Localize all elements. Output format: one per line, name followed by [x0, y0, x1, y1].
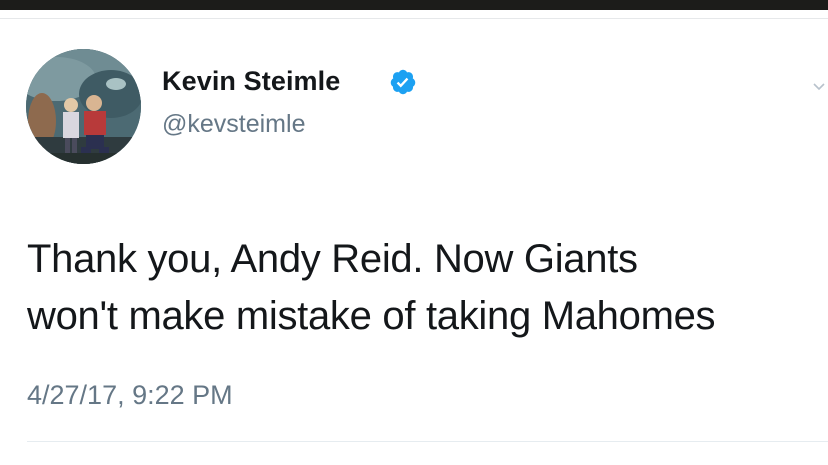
chevron-down-icon[interactable]	[812, 80, 826, 94]
tweet-text: Thank you, Andy Reid. Now Giants won't ma…	[27, 231, 828, 345]
top-divider	[0, 18, 828, 19]
avatar[interactable]	[26, 49, 141, 164]
bottom-divider	[27, 441, 828, 442]
verified-badge-icon	[389, 68, 417, 96]
avatar-image	[26, 49, 141, 164]
author-display-name[interactable]: Kevin Steimle	[162, 66, 340, 97]
screen-top-bar	[0, 0, 828, 10]
tweet-text-line-1: Thank you, Andy Reid. Now Giants	[27, 237, 638, 281]
author-handle[interactable]: @kevsteimle	[162, 110, 305, 139]
tweet-text-line-2: won't make mistake of taking Mahomes	[27, 294, 716, 338]
tweet-timestamp[interactable]: 4/27/17, 9:22 PM	[27, 380, 233, 411]
tweet-card: Kevin Steimle @kevsteimle Thank you, And…	[0, 10, 828, 465]
